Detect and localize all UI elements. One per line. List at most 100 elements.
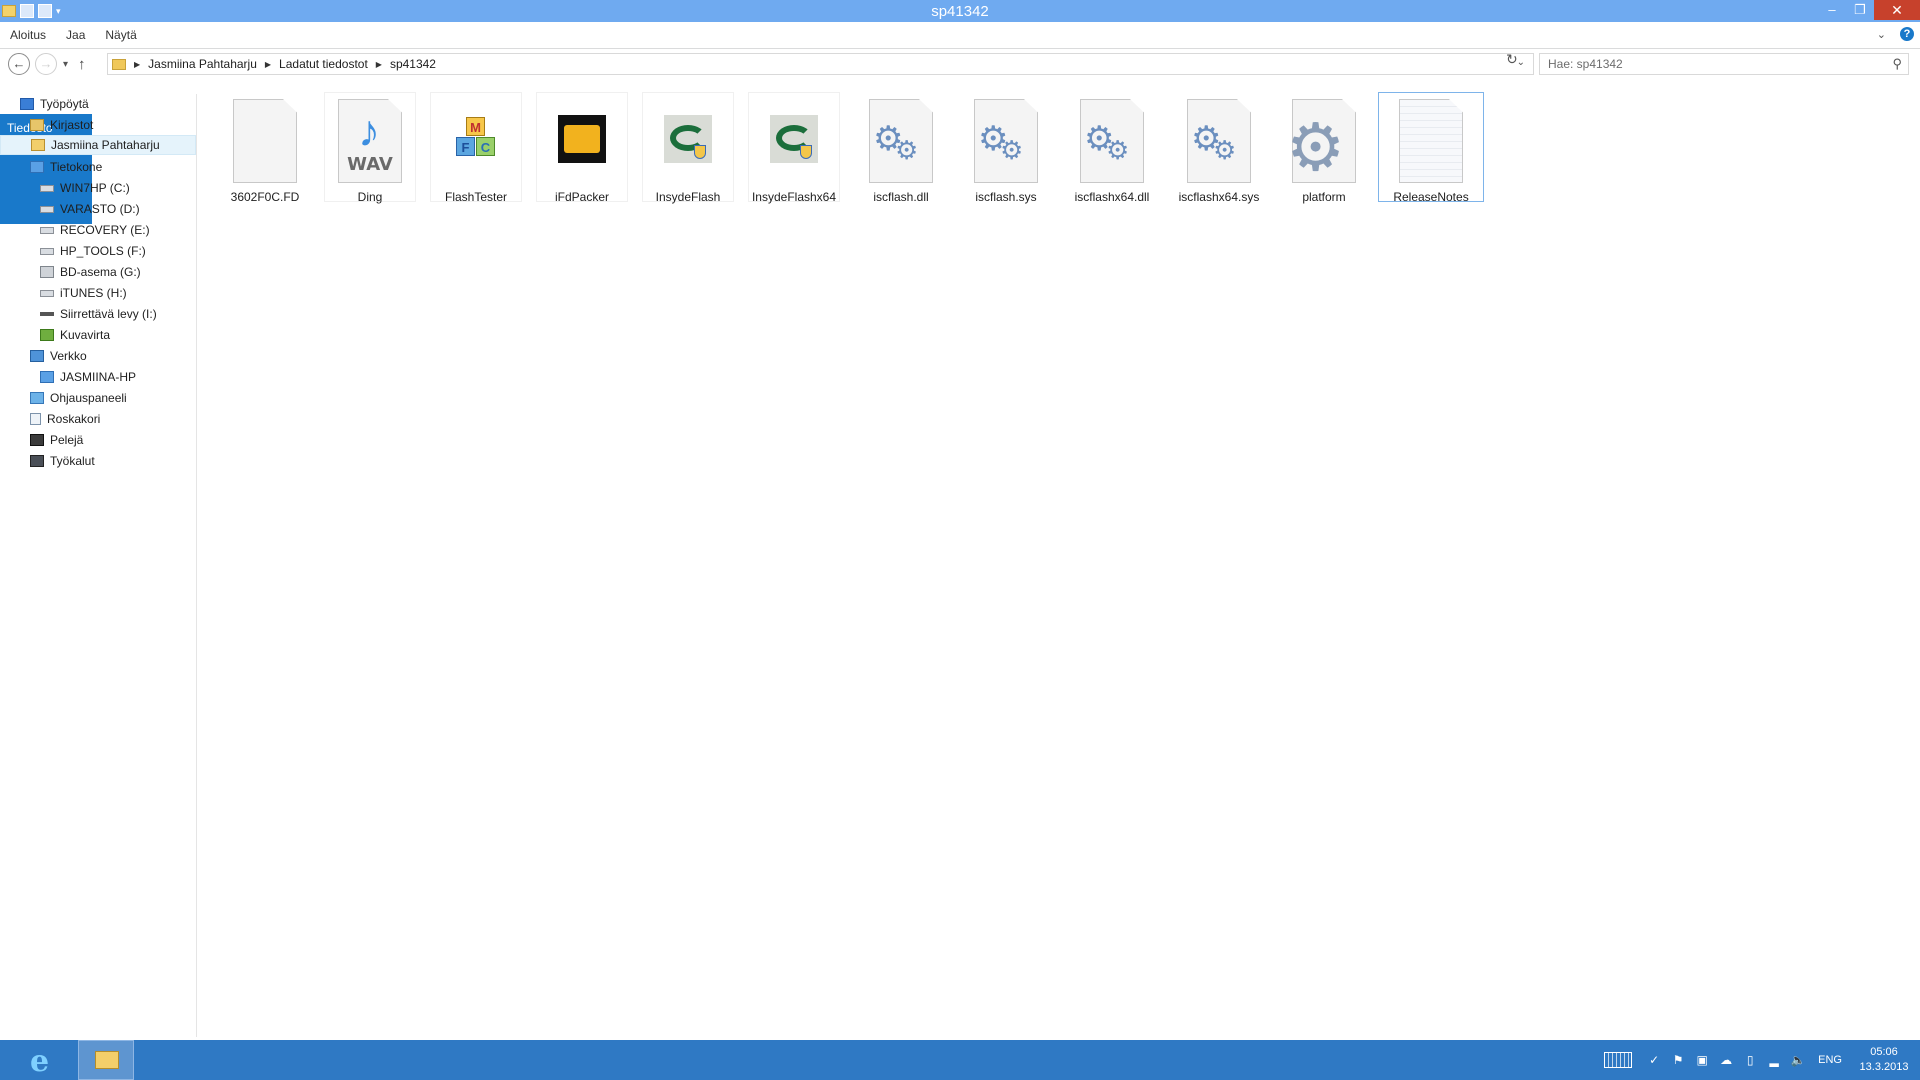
system-file-icon: ⚙ ⚙ bbox=[1080, 99, 1144, 183]
recycle-bin-icon bbox=[30, 413, 41, 425]
security-icon[interactable]: ✓ bbox=[1646, 1053, 1662, 1067]
new-folder-icon[interactable] bbox=[38, 4, 52, 18]
file-item[interactable]: ♪ WAV Ding bbox=[324, 92, 416, 204]
close-button[interactable]: ✕ bbox=[1874, 0, 1920, 20]
clock-date: 13.3.2013 bbox=[1859, 1061, 1909, 1073]
clock[interactable]: 05:06 13.3.2013 bbox=[1854, 1045, 1914, 1075]
file-item[interactable]: M F C FlashTester bbox=[430, 92, 522, 204]
tree-item-label: JASMIINA-HP bbox=[60, 370, 137, 384]
tree-item-label: Jasmiina Pahtaharju bbox=[51, 138, 160, 152]
language-indicator[interactable]: ENG bbox=[1818, 1054, 1842, 1066]
tree-item-drive-e[interactable]: RECOVERY (E:) bbox=[40, 220, 150, 240]
tree-item-games[interactable]: Pelejä bbox=[30, 430, 83, 450]
tree-item-desktop[interactable]: Työpöytä bbox=[20, 94, 89, 114]
properties-icon[interactable] bbox=[20, 4, 34, 18]
chevron-right-icon[interactable]: ▶ bbox=[265, 60, 271, 69]
file-item[interactable]: InsydeFlash bbox=[642, 92, 734, 204]
tree-item-network[interactable]: Verkko bbox=[30, 346, 87, 366]
title-bar[interactable]: ▾ sp41342 – ❐ ✕ bbox=[0, 0, 1920, 22]
file-name: ReleaseNotes bbox=[1393, 190, 1469, 204]
battery-icon[interactable]: ▯ bbox=[1742, 1053, 1758, 1067]
file-name: iscflash.sys bbox=[975, 190, 1037, 204]
tree-item-network-pc[interactable]: JASMIINA-HP bbox=[40, 367, 136, 387]
taskbar: e ✓ ⚑ ▣ ☁ ▯ ▂ 🔈 ENG 05:06 13.3.2013 bbox=[0, 1040, 1920, 1080]
app-icon[interactable]: ▣ bbox=[1694, 1053, 1710, 1067]
tree-item-label: iTUNES (H:) bbox=[60, 286, 127, 300]
tree-item-drive-c[interactable]: WIN7HP (C:) bbox=[40, 178, 130, 198]
breadcrumb-current[interactable]: sp41342 bbox=[390, 57, 436, 71]
internet-explorer-button[interactable]: e bbox=[14, 1040, 70, 1080]
volume-icon[interactable]: 🔈 bbox=[1790, 1053, 1806, 1067]
file-name: Ding bbox=[357, 190, 383, 204]
ifdpacker-app-icon bbox=[550, 99, 614, 183]
file-item[interactable]: ⚙ ⚙ iscflash.sys bbox=[960, 92, 1052, 204]
network-signal-icon[interactable]: ▂ bbox=[1766, 1053, 1782, 1067]
breadcrumb-downloads[interactable]: Ladatut tiedostot bbox=[279, 57, 368, 71]
tree-item-drive-d[interactable]: VARASTO (D:) bbox=[40, 199, 140, 219]
tab-share[interactable]: Jaa bbox=[56, 22, 95, 48]
file-item[interactable]: 3602F0C.FD bbox=[219, 92, 311, 204]
clock-time: 05:06 bbox=[1870, 1046, 1898, 1058]
tree-item-drive-h[interactable]: iTUNES (H:) bbox=[40, 283, 127, 303]
tree-item-label: Työkalut bbox=[50, 454, 95, 468]
tree-item-tools[interactable]: Työkalut bbox=[30, 451, 95, 471]
system-file-icon: ⚙ ⚙ bbox=[1187, 99, 1251, 183]
file-item[interactable]: ⚙ ⚙ iscflashx64.sys bbox=[1173, 92, 1265, 204]
tree-item-recycle-bin[interactable]: Roskakori bbox=[30, 409, 100, 429]
tree-item-computer[interactable]: Tietokone bbox=[30, 157, 102, 177]
tree-item-label: Verkko bbox=[50, 349, 87, 363]
text-file-icon bbox=[1399, 99, 1463, 183]
file-item[interactable]: ⚙ ⚙ iscflash.dll bbox=[855, 92, 947, 204]
recent-locations-icon[interactable]: ▾ bbox=[63, 59, 68, 70]
file-item[interactable]: ⚙ ⚙ iscflashx64.dll bbox=[1066, 92, 1158, 204]
chevron-right-icon[interactable]: ▶ bbox=[134, 60, 140, 69]
drive-icon bbox=[40, 226, 54, 234]
tree-item-drive-g[interactable]: BD-asema (G:) bbox=[40, 262, 141, 282]
customize-toolbar-icon[interactable]: ▾ bbox=[56, 6, 61, 17]
tree-item-drive-i[interactable]: Siirrettävä levy (I:) bbox=[40, 304, 157, 324]
tab-view[interactable]: Näytä bbox=[95, 22, 146, 48]
tree-item-control-panel[interactable]: Ohjauspaneeli bbox=[30, 388, 127, 408]
back-button[interactable]: ← bbox=[8, 53, 30, 75]
file-name: 3602F0C.FD bbox=[230, 190, 300, 204]
search-placeholder: Hae: sp41342 bbox=[1548, 57, 1623, 71]
address-bar[interactable]: ▶ Jasmiina Pahtaharju ▶ Ladatut tiedosto… bbox=[107, 53, 1534, 75]
file-item[interactable]: ReleaseNotes bbox=[1378, 92, 1484, 204]
breadcrumb-user[interactable]: Jasmiina Pahtaharju bbox=[148, 57, 257, 71]
user-folder-icon bbox=[31, 139, 45, 151]
search-icon[interactable]: ⚲ bbox=[1892, 56, 1902, 72]
tree-item-photo-stream[interactable]: Kuvavirta bbox=[40, 325, 110, 345]
navigation-bar: ← → ▾ ↑ ▶ Jasmiina Pahtaharju ▶ Ladatut … bbox=[0, 49, 1920, 79]
tree-item-label: Tietokone bbox=[50, 160, 103, 174]
tree-item-user[interactable]: Jasmiina Pahtaharju bbox=[0, 135, 196, 155]
minimize-button[interactable]: – bbox=[1818, 0, 1846, 20]
refresh-button[interactable]: ↻ bbox=[1506, 51, 1518, 68]
tab-home[interactable]: Aloitus bbox=[0, 22, 56, 48]
drive-icon bbox=[40, 184, 54, 192]
expand-ribbon-icon[interactable]: ⌄ bbox=[1877, 28, 1886, 41]
file-item[interactable]: iFdPacker bbox=[536, 92, 628, 204]
touch-keyboard-icon[interactable] bbox=[1604, 1052, 1633, 1068]
tree-item-label: Kuvavirta bbox=[60, 328, 111, 342]
restore-button[interactable]: ❐ bbox=[1846, 0, 1874, 20]
up-button[interactable]: ↑ bbox=[78, 56, 86, 73]
games-icon bbox=[30, 434, 44, 446]
cloud-icon[interactable]: ☁ bbox=[1718, 1053, 1734, 1067]
tree-item-label: Siirrettävä levy (I:) bbox=[60, 307, 157, 321]
chevron-down-icon[interactable]: ⌄ bbox=[1517, 57, 1525, 68]
tree-item-label: HP_TOOLS (F:) bbox=[60, 244, 146, 258]
tree-item-drive-f[interactable]: HP_TOOLS (F:) bbox=[40, 241, 146, 261]
wav-badge: WAV bbox=[347, 154, 393, 175]
tree-item-label: Työpöytä bbox=[40, 97, 89, 111]
file-name: iscflashx64.sys bbox=[1178, 190, 1260, 204]
chevron-right-icon[interactable]: ▶ bbox=[376, 60, 382, 69]
file-item[interactable]: ⚙ platform bbox=[1278, 92, 1370, 204]
action-center-flag-icon[interactable]: ⚑ bbox=[1670, 1053, 1686, 1067]
file-item[interactable]: InsydeFlashx64 bbox=[748, 92, 840, 204]
search-input[interactable]: Hae: sp41342 ⚲ bbox=[1539, 53, 1909, 75]
forward-button[interactable]: → bbox=[35, 53, 57, 75]
tree-item-libraries[interactable]: Kirjastot bbox=[30, 115, 93, 135]
file-explorer-button[interactable] bbox=[78, 1040, 134, 1080]
help-icon[interactable]: ? bbox=[1900, 27, 1914, 41]
drive-icon bbox=[40, 205, 54, 213]
